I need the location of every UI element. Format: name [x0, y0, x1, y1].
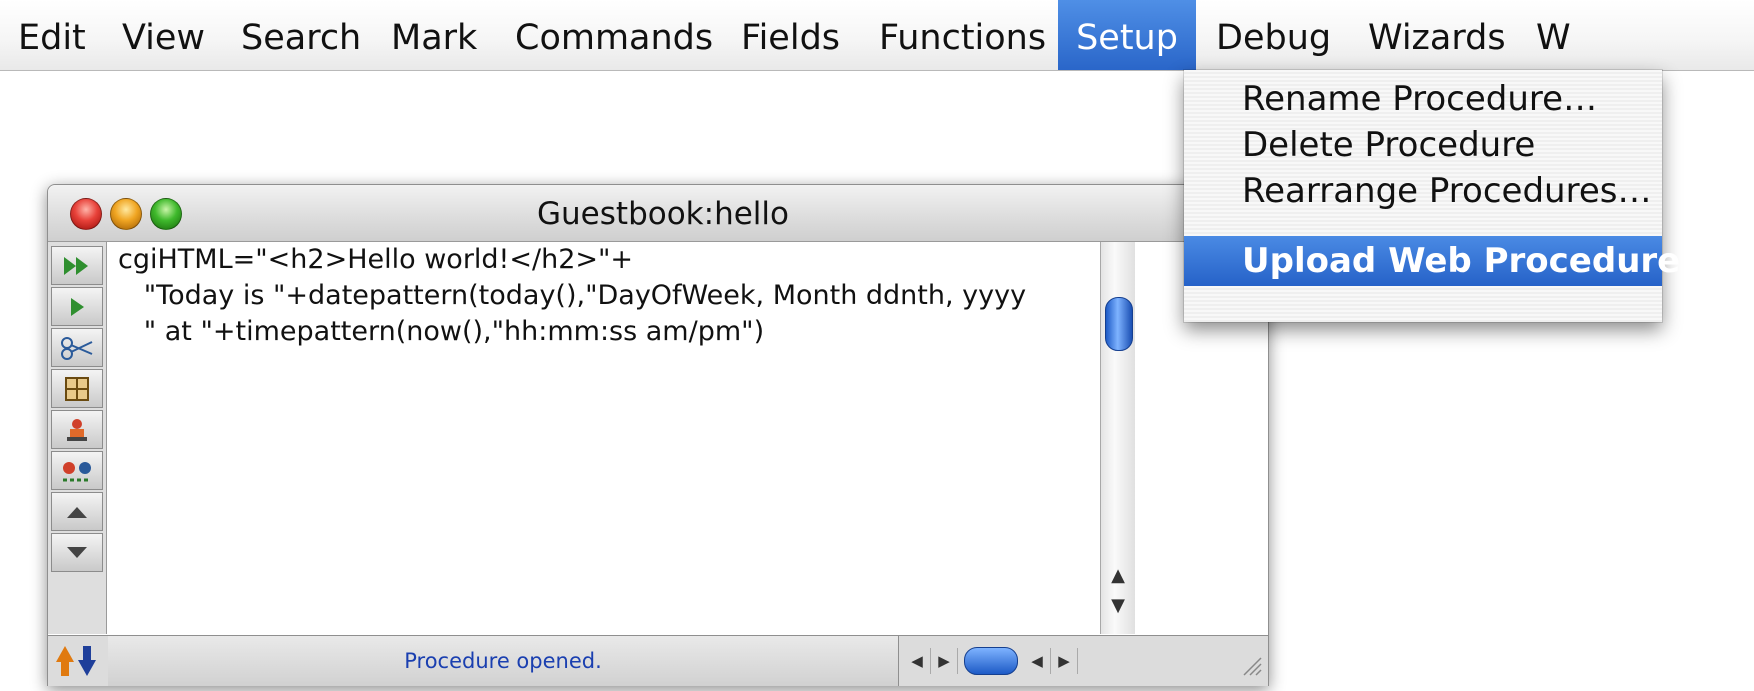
horizontal-scroll-thumb[interactable]: [964, 647, 1018, 675]
zoom-button[interactable]: [150, 198, 182, 230]
debug-icon[interactable]: [51, 451, 103, 490]
menu-item-delete-procedure[interactable]: Delete Procedure: [1184, 120, 1662, 170]
code-line-3: " at "+timepattern(now(),"hh:mm:ss am/pm…: [118, 316, 765, 347]
menu-item-rearrange-procedures[interactable]: Rearrange Procedures…: [1184, 166, 1662, 216]
scroll-left-icon[interactable]: ◀: [904, 648, 931, 674]
menu-mark[interactable]: Mark: [391, 0, 477, 70]
window-title: Guestbook:hello: [537, 196, 789, 232]
close-button[interactable]: [70, 198, 102, 230]
stamp-icon[interactable]: [51, 410, 103, 449]
menu-item-rename-procedure[interactable]: Rename Procedure…: [1184, 74, 1662, 124]
minimize-button[interactable]: [110, 198, 142, 230]
up-down-arrows-icon[interactable]: [52, 642, 102, 680]
menu-bar: Edit View Search Mark Commands Fields Fu…: [0, 0, 1754, 71]
tool-strip: [48, 242, 107, 634]
menu-setup[interactable]: Setup: [1058, 0, 1196, 70]
play-icon[interactable]: [51, 287, 103, 326]
vertical-scroll-thumb[interactable]: [1105, 297, 1133, 351]
scroll-down-icon[interactable]: [51, 533, 103, 572]
horizontal-scroll-controls: ◀ ▶ ◀ ▶: [904, 642, 1104, 680]
menu-item-label: Rename Procedure…: [1242, 79, 1598, 119]
menu-item-upload-web-procedure[interactable]: Upload Web Procedure: [1184, 236, 1680, 286]
scissors-icon[interactable]: [51, 328, 103, 367]
menu-edit[interactable]: Edit: [18, 0, 86, 70]
menu-item-label: Rearrange Procedures…: [1242, 171, 1652, 211]
code-editor[interactable]: cgiHTML="<h2>Hello world!</h2>"+ "Today …: [108, 242, 1188, 634]
menu-window-partial[interactable]: W: [1536, 0, 1571, 70]
grid-icon[interactable]: [51, 369, 103, 408]
menu-debug[interactable]: Debug: [1216, 0, 1331, 70]
status-bar: Procedure opened. ◀ ▶ ◀ ▶: [48, 635, 1268, 686]
menu-item-label: Upload Web Procedure: [1242, 241, 1681, 281]
menu-search[interactable]: Search: [241, 0, 361, 70]
scroll-right-2-icon[interactable]: ▶: [1051, 648, 1078, 674]
fast-forward-icon[interactable]: [51, 246, 103, 285]
scroll-left-2-icon[interactable]: ◀: [1024, 648, 1051, 674]
setup-menu-dropdown: Rename Procedure… Delete Procedure Rearr…: [1184, 70, 1680, 322]
menu-fields[interactable]: Fields: [741, 0, 840, 70]
procedure-window: Guestbook:hello cgiHTML="<h2>Hello world…: [47, 184, 1269, 686]
scroll-right-icon[interactable]: ▶: [931, 648, 958, 674]
menu-functions[interactable]: Functions: [879, 0, 1046, 70]
scroll-arrow-up-icon[interactable]: ▲: [1101, 562, 1135, 590]
scroll-up-icon[interactable]: [51, 492, 103, 531]
menu-view[interactable]: View: [122, 0, 205, 70]
resize-grip-icon[interactable]: [1240, 654, 1262, 676]
code-line-2: "Today is "+datepattern(today(),"DayOfWe…: [118, 280, 1027, 311]
window-titlebar[interactable]: Guestbook:hello: [48, 185, 1268, 242]
vertical-scrollbar[interactable]: ▲ ▼: [1100, 242, 1135, 634]
menu-item-label: Delete Procedure: [1242, 125, 1536, 165]
scroll-arrow-down-icon[interactable]: ▼: [1101, 592, 1135, 620]
menu-wizards[interactable]: Wizards: [1368, 0, 1506, 70]
code-line-1: cgiHTML="<h2>Hello world!</h2>"+: [118, 244, 634, 275]
menu-commands[interactable]: Commands: [515, 0, 713, 70]
